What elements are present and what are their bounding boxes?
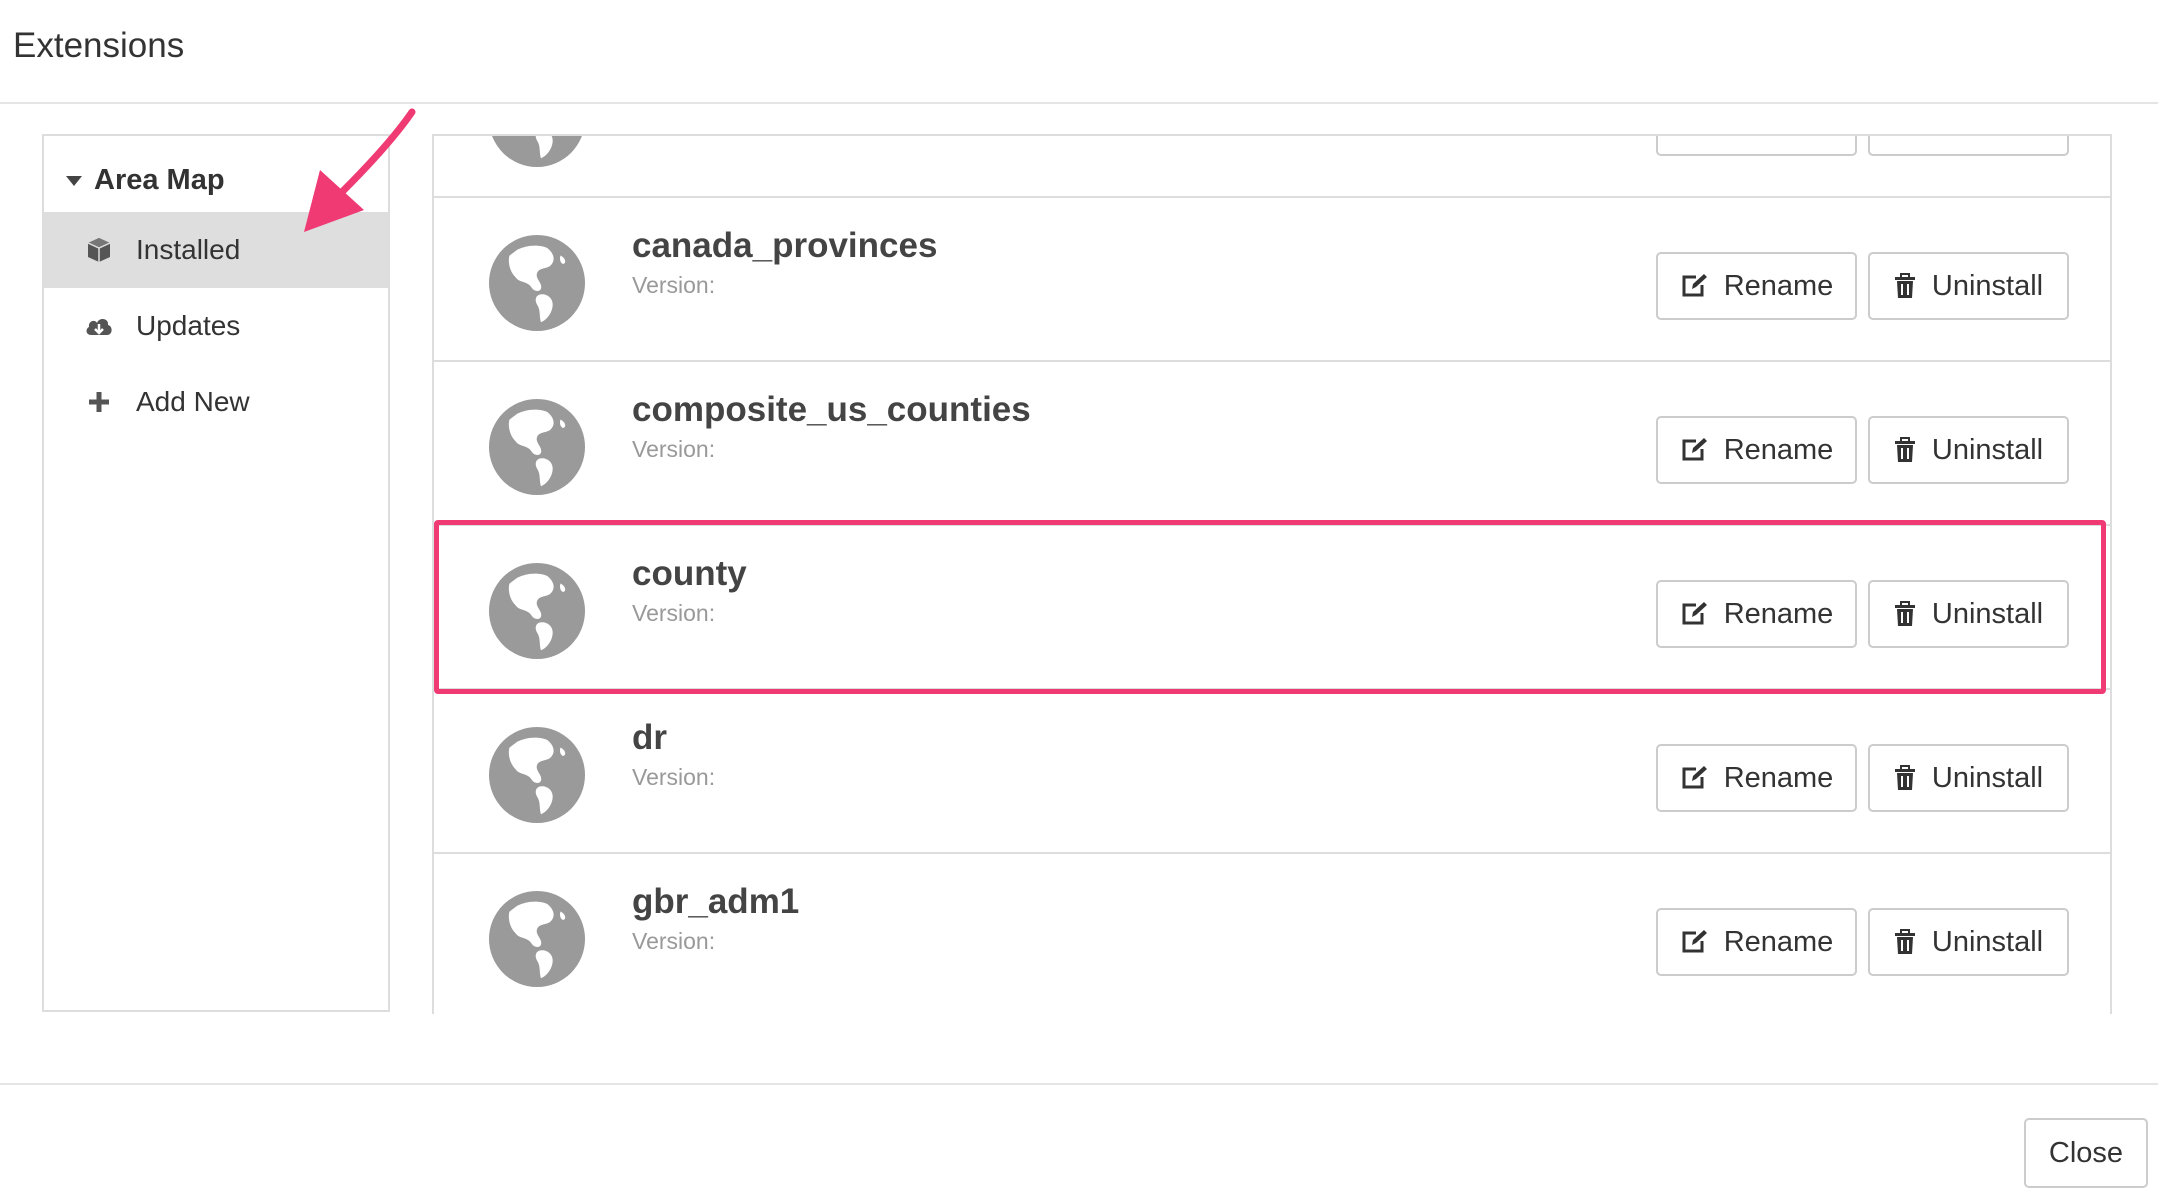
extension-row: gbr_adm1 Version: Rename Uninstall	[434, 854, 2110, 1014]
rename-label: Rename	[1723, 269, 1834, 302]
extension-version: Version:	[632, 928, 716, 954]
extension-version: Version:	[632, 436, 716, 462]
rename-button[interactable]: Rename	[1656, 416, 1857, 484]
rename-label: Rename	[1723, 433, 1834, 466]
uninstall-button[interactable]	[1868, 136, 2069, 156]
sidebar-group-area-map[interactable]: Area Map	[66, 160, 225, 200]
uninstall-label: Uninstall	[1931, 433, 2044, 466]
extension-name: composite_us_counties	[632, 390, 1031, 429]
sidebar: Area Map Installed Updates Add New	[42, 134, 390, 1012]
uninstall-label: Uninstall	[1931, 761, 2044, 794]
extension-version: Version:	[632, 764, 716, 790]
cloud-download-icon	[84, 311, 114, 341]
sidebar-item-label: Add New	[136, 386, 250, 417]
edit-icon	[1682, 438, 1707, 461]
extension-row: county Version: Rename Uninstall	[434, 526, 2110, 690]
rename-label: Rename	[1723, 761, 1834, 794]
trash-icon	[1894, 273, 1915, 298]
sidebar-item-label: Installed	[136, 234, 241, 265]
extension-name: gbr_adm1	[632, 882, 800, 921]
globe-icon	[488, 726, 586, 824]
uninstall-button[interactable]: Uninstall	[1868, 580, 2069, 648]
rename-button[interactable]: Rename	[1656, 744, 1857, 812]
uninstall-button[interactable]: Uninstall	[1868, 744, 2069, 812]
box-icon	[84, 235, 114, 265]
extension-name: canada_provinces	[632, 226, 938, 265]
rename-label: Rename	[1723, 925, 1834, 958]
rename-button[interactable]: Rename	[1656, 580, 1857, 648]
extension-list: canada_provinces Version: Rename Uninsta…	[432, 134, 2112, 1014]
sidebar-group-label: Area Map	[94, 163, 225, 196]
trash-icon	[1894, 765, 1915, 790]
rename-button[interactable]: Rename	[1656, 252, 1857, 320]
uninstall-button[interactable]: Uninstall	[1868, 908, 2069, 976]
extension-version: Version:	[632, 600, 716, 626]
trash-icon	[1894, 929, 1915, 954]
edit-icon	[1682, 602, 1707, 625]
caret-down-icon	[66, 176, 82, 186]
extension-name: county	[632, 554, 747, 593]
extension-row: dr Version: Rename Uninstall	[434, 690, 2110, 854]
footer-divider	[0, 1083, 2158, 1085]
trash-icon	[1894, 437, 1915, 462]
rename-button[interactable]	[1656, 136, 1857, 156]
extension-row: composite_us_counties Version: Rename Un…	[434, 362, 2110, 526]
extension-row: canada_provinces Version: Rename Uninsta…	[434, 198, 2110, 362]
dialog-title: Extensions	[13, 26, 185, 65]
globe-icon	[488, 562, 586, 660]
extension-row	[434, 136, 2110, 198]
globe-icon	[488, 398, 586, 496]
uninstall-label: Uninstall	[1931, 269, 2044, 302]
plus-icon	[84, 387, 114, 417]
extension-name: dr	[632, 718, 667, 757]
globe-icon	[488, 234, 586, 332]
globe-icon	[492, 136, 582, 168]
uninstall-label: Uninstall	[1931, 597, 2044, 630]
uninstall-button[interactable]: Uninstall	[1868, 416, 2069, 484]
rename-label: Rename	[1723, 597, 1834, 630]
sidebar-item-add-new[interactable]: Add New	[44, 364, 388, 440]
edit-icon	[1682, 930, 1707, 953]
extension-version: Version:	[632, 272, 716, 298]
trash-icon	[1894, 601, 1915, 626]
uninstall-label: Uninstall	[1931, 925, 2044, 958]
edit-icon	[1682, 766, 1707, 789]
uninstall-button[interactable]: Uninstall	[1868, 252, 2069, 320]
globe-icon	[488, 890, 586, 988]
rename-button[interactable]: Rename	[1656, 908, 1857, 976]
edit-icon	[1682, 274, 1707, 297]
pointer-arrow-icon	[304, 108, 416, 232]
sidebar-item-updates[interactable]: Updates	[44, 288, 388, 364]
sidebar-item-label: Updates	[136, 310, 241, 341]
